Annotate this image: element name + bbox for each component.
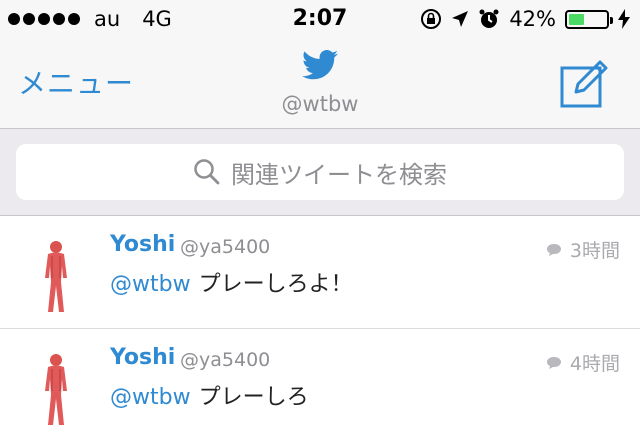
- tweet-timestamp: 3時間: [546, 236, 620, 263]
- tweet-screen-name: @ya5400: [180, 236, 271, 258]
- tweet-author-name[interactable]: Yoshi: [110, 232, 175, 257]
- search-placeholder: 関連ツイートを検索: [231, 160, 447, 189]
- tweet-row[interactable]: Yoshi @ya5400 4時間 @wtbw プレーしろ: [0, 329, 640, 441]
- status-right: 42%: [420, 7, 630, 31]
- tweet-time-label: 4時間: [569, 353, 620, 375]
- search-icon: [194, 159, 220, 185]
- alarm-icon: [479, 9, 499, 28]
- rotation-lock-icon: [421, 9, 442, 29]
- battery-icon: [565, 9, 613, 29]
- twitter-bird-icon: [302, 50, 338, 80]
- search-bar-container: 関連ツイートを検索: [0, 129, 640, 216]
- account-handle: @wtbw: [281, 92, 359, 116]
- reply-bubble-icon: [546, 356, 561, 369]
- reply-bubble-icon: [546, 243, 561, 256]
- battery-percent: 42%: [509, 7, 556, 31]
- tweet-message: プレーしろよ！: [198, 272, 353, 297]
- charging-bolt-icon: [618, 9, 630, 29]
- tweet-message: プレーしろ: [198, 385, 309, 410]
- status-bar: au 4G 2:07 42%: [0, 0, 640, 40]
- avatar[interactable]: [34, 238, 78, 314]
- tweet-mention-link[interactable]: @wtbw: [110, 272, 191, 297]
- tweet-mention-link[interactable]: @wtbw: [110, 385, 191, 410]
- tweet-timestamp: 4時間: [546, 349, 620, 376]
- tweet-time-label: 3時間: [569, 240, 620, 262]
- tweet-text: @wtbw プレーしろよ！: [110, 266, 353, 298]
- search-input[interactable]: 関連ツイートを検索: [16, 144, 624, 200]
- avatar[interactable]: [34, 351, 78, 427]
- navigation-bar: メニュー @wtbw: [0, 40, 640, 129]
- location-arrow-icon: [452, 11, 469, 27]
- tweet-text: @wtbw プレーしろ: [110, 379, 309, 411]
- tweet-screen-name: @ya5400: [180, 349, 271, 371]
- tweet-author-name[interactable]: Yoshi: [110, 345, 175, 370]
- compose-icon[interactable]: [560, 60, 610, 108]
- tweet-row[interactable]: Yoshi @ya5400 3時間 @wtbw プレーしろよ！: [0, 216, 640, 328]
